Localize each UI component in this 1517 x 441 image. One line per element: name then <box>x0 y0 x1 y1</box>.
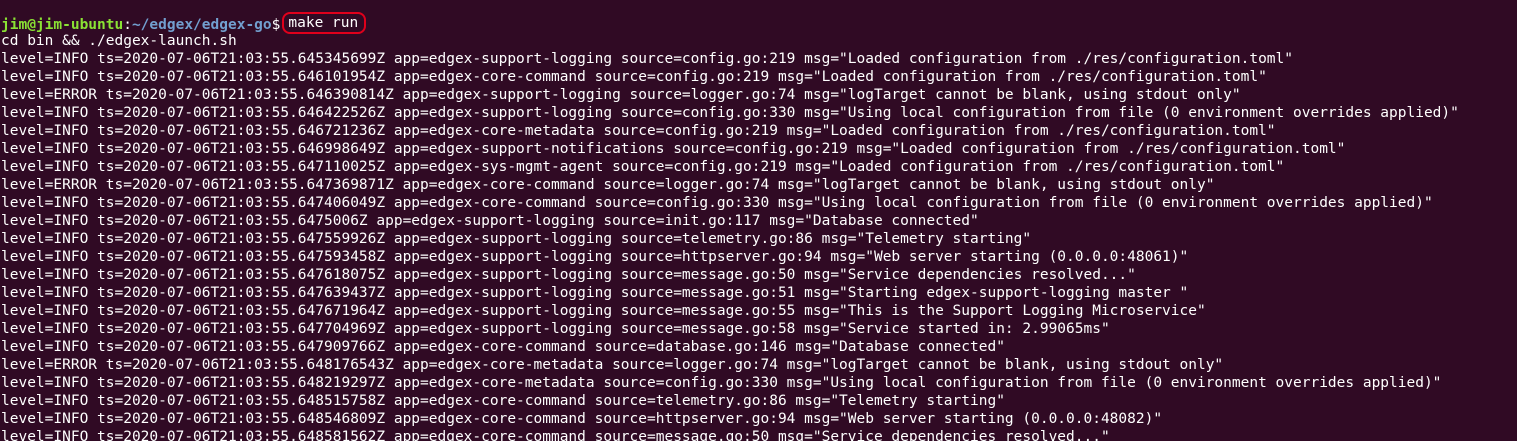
prompt-separator: : <box>123 17 132 33</box>
output-line: cd bin && ./edgex-launch.sh <box>1 33 237 49</box>
terminal-window[interactable]: jim@jim-ubuntu:~/edgex/edgex-go$ make run… <box>0 0 1517 441</box>
log-line: level=INFO ts=2020-07-06T21:03:55.648546… <box>1 411 1163 427</box>
log-line: level=INFO ts=2020-07-06T21:03:55.647500… <box>1 213 979 229</box>
highlighted-command: make run <box>282 12 367 34</box>
log-line: level=INFO ts=2020-07-06T21:03:55.647406… <box>1 195 1433 211</box>
log-line: level=INFO ts=2020-07-06T21:03:55.646998… <box>1 141 1346 157</box>
log-line: level=INFO ts=2020-07-06T21:03:55.647671… <box>1 303 1206 319</box>
log-line: level=INFO ts=2020-07-06T21:03:55.648515… <box>1 393 1005 409</box>
log-line: level=INFO ts=2020-07-06T21:03:55.648219… <box>1 375 1442 391</box>
log-line: level=INFO ts=2020-07-06T21:03:55.647909… <box>1 339 1005 355</box>
log-line: level=INFO ts=2020-07-06T21:03:55.647618… <box>1 267 1136 283</box>
prompt-user-host: jim@jim-ubuntu <box>1 17 124 33</box>
log-line: level=INFO ts=2020-07-06T21:03:55.647593… <box>1 249 1189 265</box>
prompt-line: jim@jim-ubuntu:~/edgex/edgex-go$ make run <box>1 12 1517 34</box>
log-line: level=INFO ts=2020-07-06T21:03:55.647639… <box>1 285 1189 301</box>
log-line: level=ERROR ts=2020-07-06T21:03:55.64736… <box>1 177 1215 193</box>
log-line: level=INFO ts=2020-07-06T21:03:55.647704… <box>1 321 1110 337</box>
log-line: level=INFO ts=2020-07-06T21:03:55.646422… <box>1 105 1459 121</box>
log-line: level=INFO ts=2020-07-06T21:03:55.645345… <box>1 51 1294 67</box>
log-line: level=INFO ts=2020-07-06T21:03:55.646721… <box>1 123 1276 139</box>
log-line: level=INFO ts=2020-07-06T21:03:55.648581… <box>1 429 1110 441</box>
log-line: level=INFO ts=2020-07-06T21:03:55.647559… <box>1 231 1032 247</box>
log-line: level=ERROR ts=2020-07-06T21:03:55.64817… <box>1 357 1224 373</box>
log-line: level=ERROR ts=2020-07-06T21:03:55.64639… <box>1 87 1241 103</box>
prompt-symbol: $ <box>271 17 281 33</box>
log-line: level=INFO ts=2020-07-06T21:03:55.647110… <box>1 159 1285 175</box>
prompt-path: ~/edgex/edgex-go <box>131 17 272 33</box>
log-line: level=INFO ts=2020-07-06T21:03:55.646101… <box>1 69 1267 85</box>
